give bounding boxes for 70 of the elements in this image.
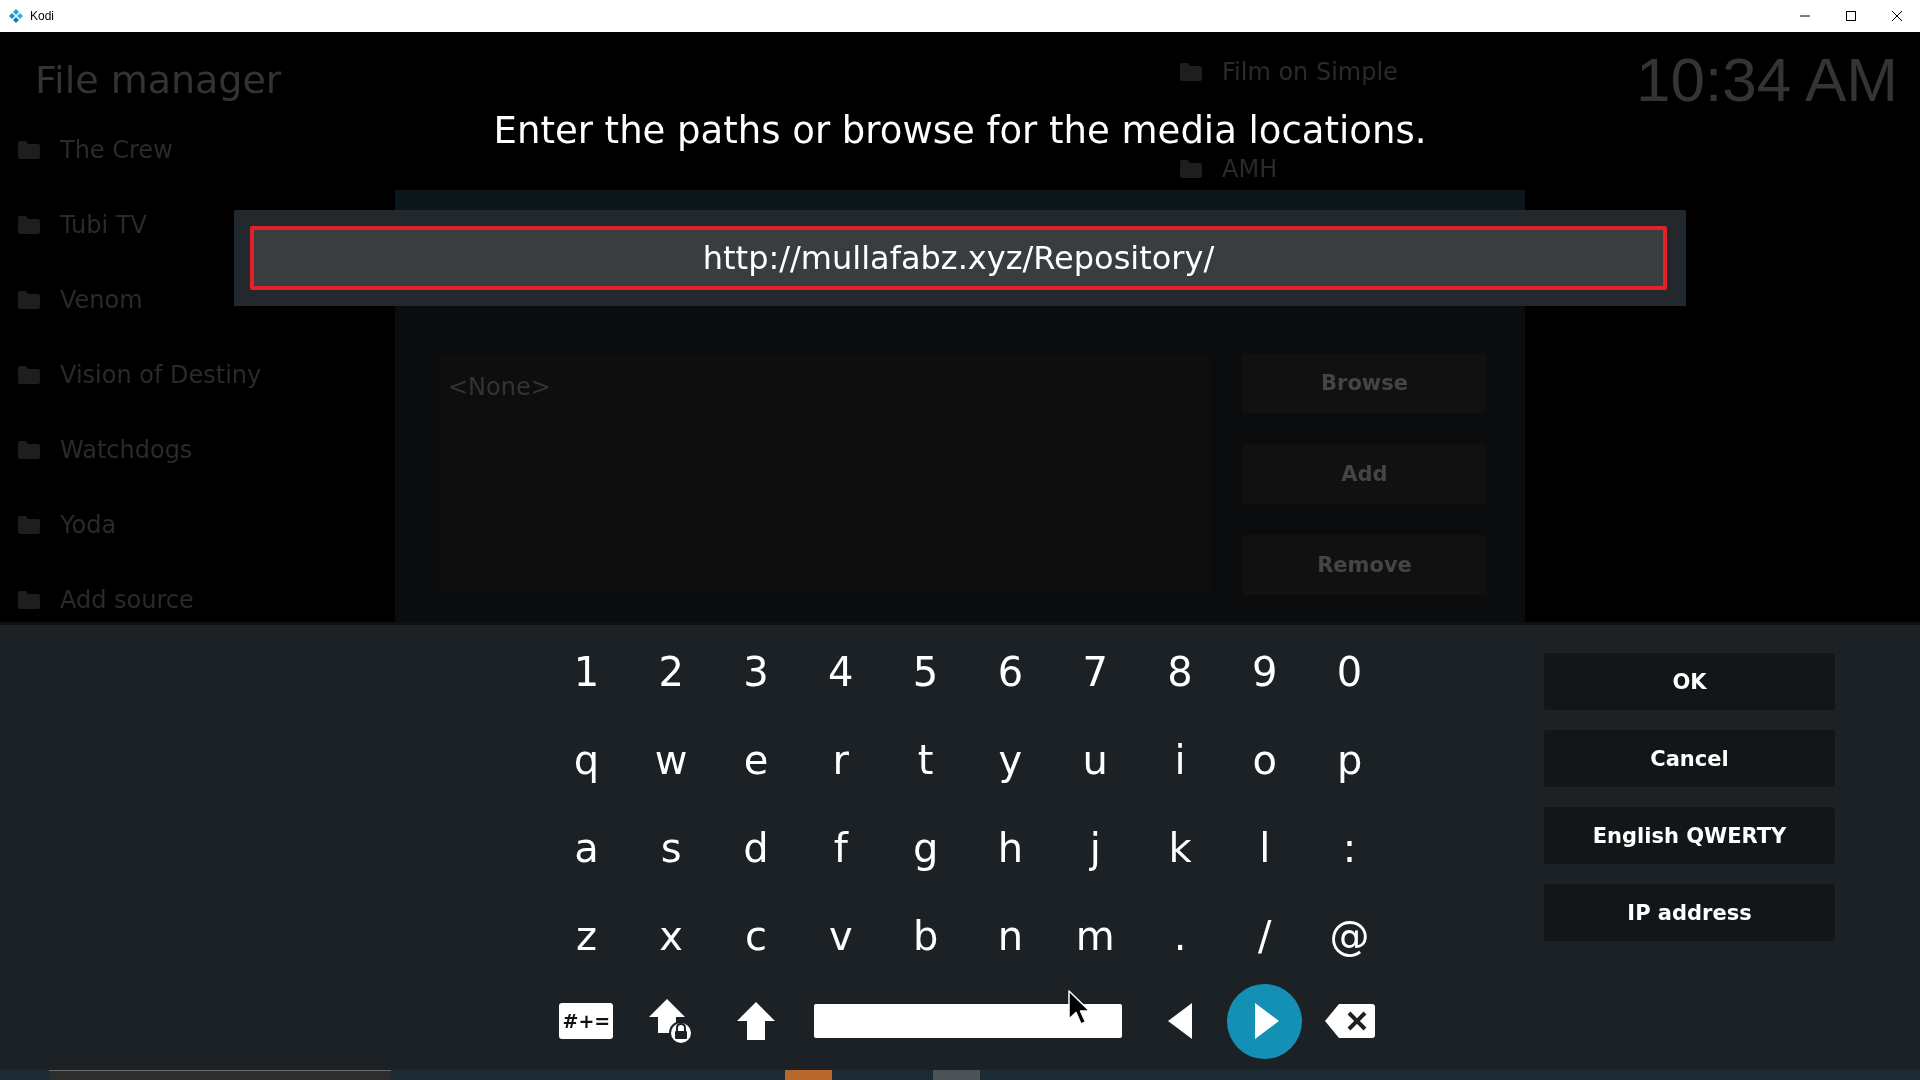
keyboard-key[interactable]: 3	[735, 647, 777, 697]
keyboard-key[interactable]: 6	[989, 647, 1032, 697]
close-icon	[1892, 11, 1902, 21]
dialog-heading: Enter the paths or browse for the media locations.	[493, 111, 1427, 151]
keyboard-key[interactable]: 5	[904, 647, 947, 697]
left-arrow-icon	[1168, 1003, 1192, 1039]
folder-icon	[1180, 63, 1202, 81]
keyboard-key[interactable]: y	[990, 735, 1031, 785]
folder-icon	[18, 441, 40, 459]
keyboard-key[interactable]: c	[737, 911, 775, 961]
keyboard-key[interactable]: p	[1328, 735, 1371, 785]
cancel-button[interactable]: Cancel	[1544, 730, 1835, 787]
url-input-field[interactable]: http://mullafabz.xyz/Repository/	[250, 226, 1667, 290]
keyboard-key[interactable]: 9	[1244, 647, 1286, 697]
keyboard-key[interactable]: 2	[650, 647, 692, 697]
backspace-key[interactable]	[1324, 1004, 1375, 1038]
shift-key[interactable]	[737, 1002, 775, 1040]
keyboard-key[interactable]: q	[565, 735, 608, 785]
taskbar-search-field[interactable]	[49, 1070, 391, 1080]
keyboard-key[interactable]: /	[1250, 911, 1280, 961]
keyboard-key[interactable]: l	[1251, 823, 1279, 873]
folder-icon	[18, 366, 40, 384]
keyboard-key[interactable]: j	[1081, 823, 1109, 873]
ok-button[interactable]: OK	[1544, 653, 1835, 710]
keyboard-key[interactable]: r	[824, 735, 857, 785]
keyboard-key[interactable]: w	[646, 735, 696, 785]
caps-lock-key[interactable]	[649, 997, 694, 1045]
keyboard-key[interactable]: 0	[1328, 647, 1371, 697]
ip-address-button[interactable]: IP address	[1544, 884, 1835, 941]
keyboard-key[interactable]: :	[1334, 823, 1365, 873]
keyboard-key[interactable]: s	[652, 823, 690, 873]
keyboard-key[interactable]: 7	[1074, 647, 1116, 697]
keyboard-key[interactable]: u	[1074, 735, 1116, 785]
folder-icon	[18, 516, 40, 534]
folder-icon	[18, 216, 40, 234]
keyboard-key[interactable]: e	[735, 735, 777, 785]
shift-icon	[737, 1002, 775, 1040]
keyboard-key[interactable]: d	[735, 823, 777, 873]
left-arrow-key[interactable]	[1168, 1003, 1192, 1039]
app-logo-icon	[9, 9, 23, 23]
folder-icon	[1180, 160, 1202, 178]
symbols-key[interactable]: #+=	[559, 1003, 614, 1039]
keyboard-layout-button[interactable]: English QWERTY	[1544, 807, 1835, 864]
backspace-icon	[1324, 1004, 1375, 1038]
keyboard-key[interactable]: o	[1244, 735, 1286, 785]
right-arrow-icon	[1255, 1003, 1280, 1039]
folder-icon	[18, 141, 40, 159]
keyboard-key[interactable]: x	[651, 911, 692, 961]
keyboard-key[interactable]: @	[1321, 911, 1378, 961]
folder-icon	[18, 591, 40, 609]
maximize-icon	[1846, 11, 1856, 21]
keyboard-key[interactable]: h	[989, 823, 1032, 873]
keyboard-key[interactable]: 4	[820, 647, 862, 697]
keyboard-key[interactable]: f	[825, 823, 856, 873]
keyboard-key[interactable]: b	[904, 911, 947, 961]
keyboard-key[interactable]: g	[904, 823, 947, 873]
keyboard-key[interactable]: n	[989, 911, 1032, 961]
keyboard-key[interactable]: t	[909, 735, 942, 785]
caps-lock-icon	[649, 997, 694, 1045]
keyboard-key[interactable]: 8	[1159, 647, 1201, 697]
keyboard-key[interactable]: v	[820, 911, 861, 961]
keyboard-key[interactable]: k	[1160, 823, 1200, 873]
keyboard-key[interactable]: a	[566, 823, 607, 873]
keyboard-key[interactable]: 1	[565, 647, 608, 697]
keyboard-key[interactable]: .	[1165, 911, 1195, 961]
folder-icon	[18, 291, 40, 309]
keyboard-key[interactable]: i	[1166, 735, 1194, 785]
keyboard-key[interactable]: z	[567, 911, 605, 961]
keyboard-key[interactable]: m	[1067, 911, 1123, 961]
window-title: Kodi	[30, 9, 56, 23]
